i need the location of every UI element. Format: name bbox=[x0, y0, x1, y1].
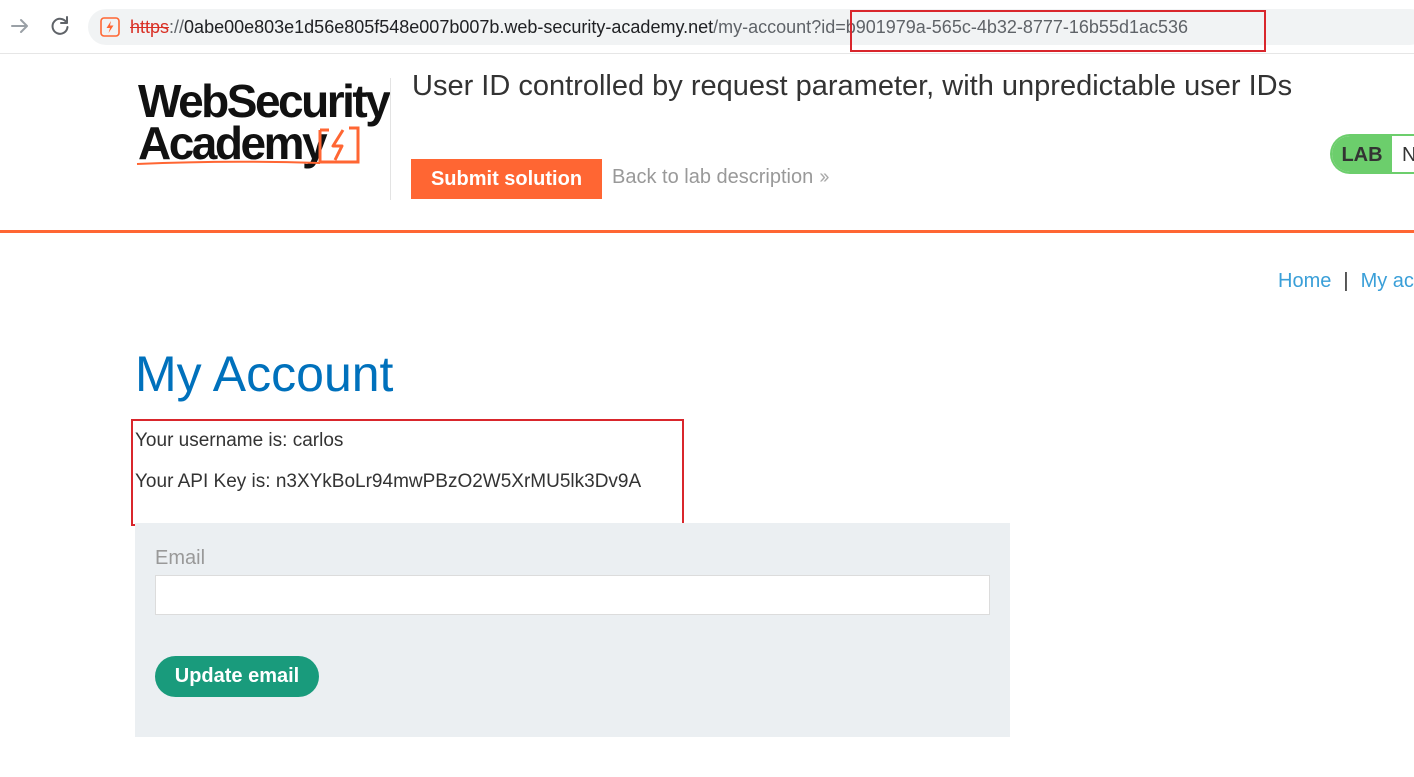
lab-header: WebSecurity Academy User ID controlled b… bbox=[0, 54, 1414, 233]
lab-badge: LAB bbox=[1332, 136, 1392, 172]
update-email-form: Email Update email bbox=[135, 523, 1010, 737]
arrow-right-icon[interactable] bbox=[6, 12, 34, 40]
submit-solution-button[interactable]: Submit solution bbox=[411, 159, 602, 199]
nav-separator: | bbox=[1343, 270, 1349, 292]
page-title: My Account bbox=[135, 346, 394, 402]
url-scheme: https bbox=[130, 17, 170, 37]
url-id-highlight-box bbox=[850, 10, 1266, 52]
logo-bolt-icon bbox=[318, 126, 360, 164]
url-path: /my-account bbox=[713, 17, 812, 37]
lab-status-widget: LAB N bbox=[1330, 134, 1414, 174]
account-info-highlight-box bbox=[131, 419, 684, 526]
logo-underline bbox=[136, 160, 321, 165]
back-link-label: Back to lab description bbox=[612, 166, 814, 188]
url-host: 0abe00e803e1d56e805f548e007b007b.web-sec… bbox=[184, 17, 714, 37]
url-separator: :// bbox=[169, 17, 185, 37]
email-label: Email bbox=[155, 547, 206, 569]
reload-icon[interactable] bbox=[46, 12, 74, 40]
web-security-academy-logo[interactable]: WebSecurity Academy bbox=[136, 76, 391, 168]
update-email-button[interactable]: Update email bbox=[155, 656, 319, 697]
double-chevron-right-icon: ›› bbox=[819, 166, 829, 188]
header-divider bbox=[390, 78, 391, 200]
email-input[interactable] bbox=[155, 575, 990, 615]
nav-home-link[interactable]: Home bbox=[1278, 270, 1331, 292]
lab-status-text: N bbox=[1402, 136, 1414, 172]
nav-my-account-link[interactable]: My ac bbox=[1361, 270, 1414, 292]
lightning-bolt-icon[interactable] bbox=[100, 17, 120, 37]
browser-toolbar: https://0abe00e803e1d56e805f548e007b007b… bbox=[0, 0, 1414, 54]
lab-title: User ID controlled by request parameter,… bbox=[412, 70, 1293, 102]
back-to-lab-description-link[interactable]: Back to lab description ›› bbox=[612, 166, 830, 189]
top-nav: Home | My ac bbox=[1278, 270, 1414, 293]
